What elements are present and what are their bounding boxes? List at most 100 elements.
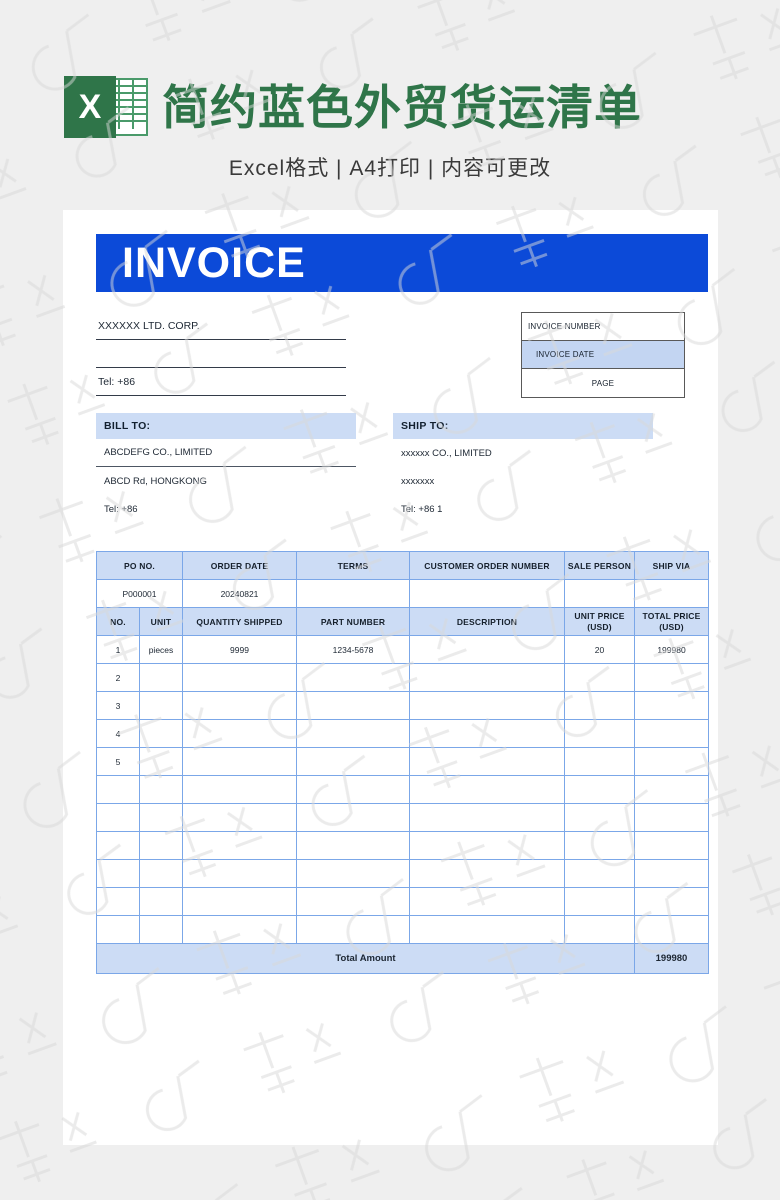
td-unit[interactable]: [139, 691, 183, 720]
td-unit[interactable]: [139, 915, 183, 944]
td-total-price[interactable]: [634, 775, 709, 804]
td-part-number[interactable]: [296, 663, 410, 692]
td-order-date[interactable]: 20240821: [182, 579, 297, 608]
td-no[interactable]: 4: [96, 719, 140, 748]
td-quantity-shipped[interactable]: [182, 663, 297, 692]
td-no[interactable]: [96, 831, 140, 860]
td-part-number[interactable]: [296, 915, 410, 944]
td-description[interactable]: [409, 915, 565, 944]
td-part-number[interactable]: [296, 691, 410, 720]
invoice-number-label: INVOICE NUMBER: [522, 313, 684, 341]
invoice-banner-title: INVOICE: [96, 234, 708, 292]
td-no[interactable]: [96, 803, 140, 832]
td-unit-price[interactable]: [564, 719, 635, 748]
td-sale-person[interactable]: [564, 579, 635, 608]
ship-to-company: xxxxxx CO., LIMITED: [401, 447, 492, 459]
td-quantity-shipped[interactable]: [182, 915, 297, 944]
td-description[interactable]: [409, 831, 565, 860]
td-unit[interactable]: [139, 859, 183, 888]
td-unit-price[interactable]: [564, 887, 635, 916]
td-total-price[interactable]: [634, 803, 709, 832]
td-unit-price[interactable]: [564, 831, 635, 860]
td-quantity-shipped[interactable]: [182, 887, 297, 916]
td-unit[interactable]: pieces: [139, 635, 183, 664]
td-total-price[interactable]: [634, 691, 709, 720]
td-unit-price[interactable]: [564, 775, 635, 804]
td-unit[interactable]: [139, 663, 183, 692]
td-no[interactable]: [96, 775, 140, 804]
td-description[interactable]: [409, 859, 565, 888]
td-part-number[interactable]: [296, 803, 410, 832]
td-part-number[interactable]: [296, 747, 410, 776]
td-description[interactable]: [409, 775, 565, 804]
td-total-price[interactable]: [634, 887, 709, 916]
ship-to-block: SHIP TO: xxxxxx CO., LIMITED xxxxxxx Tel…: [393, 413, 653, 523]
td-unit-price[interactable]: [564, 747, 635, 776]
td-unit-price[interactable]: [564, 691, 635, 720]
td-total-price[interactable]: [634, 831, 709, 860]
td-part-number[interactable]: [296, 831, 410, 860]
td-total-price[interactable]: [634, 915, 709, 944]
td-unit[interactable]: [139, 775, 183, 804]
seller-name: XXXXXX LTD. CORP.: [96, 312, 346, 340]
td-description[interactable]: [409, 803, 565, 832]
td-quantity-shipped[interactable]: 9999: [182, 635, 297, 664]
td-total-price[interactable]: [634, 859, 709, 888]
td-part-number[interactable]: [296, 719, 410, 748]
td-description[interactable]: [409, 691, 565, 720]
td-quantity-shipped[interactable]: [182, 747, 297, 776]
td-no[interactable]: [96, 887, 140, 916]
td-part-number[interactable]: [296, 775, 410, 804]
td-quantity-shipped[interactable]: [182, 691, 297, 720]
bill-to-tel: Tel: +86: [104, 503, 138, 515]
td-po-no[interactable]: P000001: [96, 579, 183, 608]
table-row: 1 pieces 9999 1234-5678 20 199980: [96, 635, 709, 664]
order-info-value-row: P000001 20240821: [96, 579, 709, 608]
td-total-price[interactable]: 199980: [634, 635, 709, 664]
td-description[interactable]: [409, 663, 565, 692]
td-unit[interactable]: [139, 831, 183, 860]
td-part-number[interactable]: 1234-5678: [296, 635, 410, 664]
td-total-price[interactable]: [634, 747, 709, 776]
td-terms[interactable]: [296, 579, 410, 608]
promo-title-row: X 简约蓝色外贸货运清单: [64, 76, 642, 138]
seller-info-block: XXXXXX LTD. CORP. Tel: +86: [96, 312, 346, 396]
td-no[interactable]: [96, 859, 140, 888]
td-total-price[interactable]: [634, 719, 709, 748]
td-ship-via[interactable]: [634, 579, 709, 608]
td-unit[interactable]: [139, 887, 183, 916]
table-row: 3: [96, 691, 709, 720]
td-unit[interactable]: [139, 719, 183, 748]
td-no[interactable]: 1: [96, 635, 140, 664]
td-quantity-shipped[interactable]: [182, 803, 297, 832]
td-total-price[interactable]: [634, 663, 709, 692]
td-quantity-shipped[interactable]: [182, 859, 297, 888]
td-quantity-shipped[interactable]: [182, 831, 297, 860]
td-no[interactable]: 5: [96, 747, 140, 776]
th-description: DESCRIPTION: [409, 607, 565, 636]
td-unit-price[interactable]: [564, 915, 635, 944]
td-quantity-shipped[interactable]: [182, 719, 297, 748]
td-no[interactable]: 2: [96, 663, 140, 692]
table-row: [96, 831, 709, 860]
td-customer-order-number[interactable]: [409, 579, 565, 608]
table-row: [96, 915, 709, 944]
td-description[interactable]: [409, 747, 565, 776]
td-description[interactable]: [409, 719, 565, 748]
td-unit-price[interactable]: 20: [564, 635, 635, 664]
td-unit-price[interactable]: [564, 663, 635, 692]
td-unit-price[interactable]: [564, 859, 635, 888]
th-no: NO.: [96, 607, 140, 636]
td-unit-price[interactable]: [564, 803, 635, 832]
td-part-number[interactable]: [296, 859, 410, 888]
td-unit[interactable]: [139, 747, 183, 776]
td-part-number[interactable]: [296, 887, 410, 916]
td-unit[interactable]: [139, 803, 183, 832]
td-quantity-shipped[interactable]: [182, 775, 297, 804]
td-no[interactable]: [96, 915, 140, 944]
th-customer-order-number: CUSTOMER ORDER NUMBER: [409, 551, 565, 580]
td-description[interactable]: [409, 635, 565, 664]
td-description[interactable]: [409, 887, 565, 916]
total-amount-label: Total Amount: [96, 943, 635, 974]
td-no[interactable]: 3: [96, 691, 140, 720]
